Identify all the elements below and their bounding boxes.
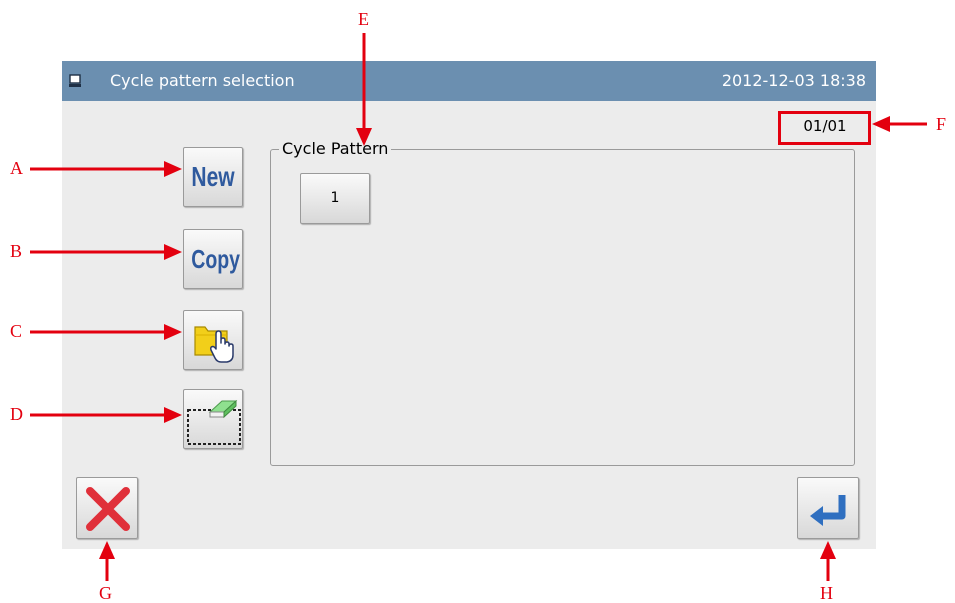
annotation-arrows [30,33,927,581]
callout-f: F [936,114,947,134]
callout-b: B [10,241,23,261]
callout-d: D [10,404,23,424]
callout-h: H [820,583,833,603]
callout-a: A [10,158,23,178]
callout-g: G [99,583,112,603]
page-indicator-highlight [778,111,871,145]
callout-c: C [10,321,23,341]
callout-e: E [358,9,369,29]
